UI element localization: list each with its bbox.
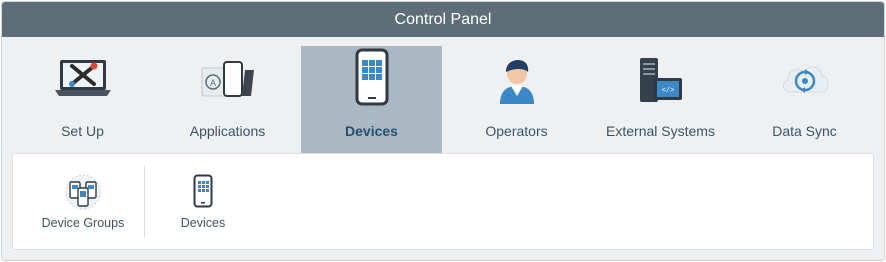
- tab-setup-label: Set Up: [61, 123, 104, 139]
- tab-devices-label: Devices: [345, 123, 398, 139]
- svg-text:A: A: [209, 78, 215, 88]
- tab-devices[interactable]: Devices: [301, 46, 442, 160]
- svg-text:</>: </>: [661, 87, 674, 95]
- cloud-sync-icon: [778, 56, 832, 107]
- subnav-device-groups-label: Device Groups: [41, 216, 125, 230]
- operator-person-icon: [494, 56, 540, 111]
- tab-applications[interactable]: A Applications: [157, 46, 298, 153]
- tab-bar: Set Up A Applications Devices Operators …: [2, 37, 884, 160]
- subnav-divider: [144, 166, 145, 238]
- tab-data-sync-label: Data Sync: [772, 123, 837, 139]
- laptop-tools-icon: [53, 56, 113, 107]
- panel-title: Control Panel: [2, 2, 884, 37]
- server-monitor-icon: </>: [636, 56, 686, 111]
- control-panel: Control Panel Set Up A Applications Devi…: [1, 1, 885, 261]
- device-groups-icon: [65, 174, 101, 215]
- device-phone-icon: [355, 48, 389, 113]
- tab-external-systems-label: External Systems: [606, 123, 715, 139]
- device-phone-small-icon: [193, 174, 213, 213]
- tab-setup[interactable]: Set Up: [12, 46, 153, 153]
- tab-data-sync[interactable]: Data Sync: [734, 46, 875, 153]
- subnav-devices[interactable]: Devices: [153, 154, 253, 249]
- subnav-device-groups[interactable]: Device Groups: [23, 154, 143, 249]
- subnav-devices-label: Devices: [180, 216, 226, 230]
- tab-operators[interactable]: Operators: [446, 46, 587, 153]
- devices-subnav: Device Groups Devices: [12, 153, 874, 250]
- applications-icon: A: [198, 56, 258, 107]
- tab-external-systems[interactable]: </> External Systems: [590, 46, 731, 153]
- tab-operators-label: Operators: [485, 123, 548, 139]
- tab-applications-label: Applications: [189, 123, 266, 139]
